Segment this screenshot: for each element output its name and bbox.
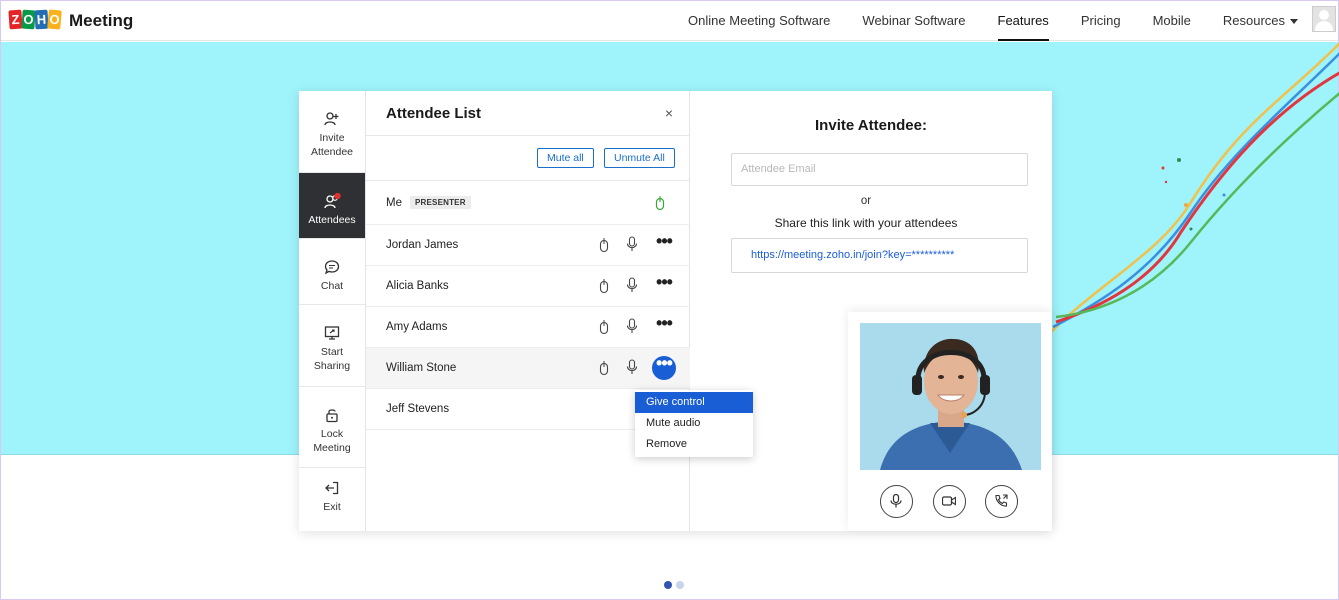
exit-icon [325,481,339,495]
attendee-row-me: Me PRESENTER [366,181,690,225]
participant-photo [860,323,1041,470]
more-options-button[interactable]: ••• [652,232,676,257]
decorative-swirls [1050,42,1339,333]
mouse-icon[interactable] [599,279,609,294]
presenter-badge: PRESENTER [410,196,471,209]
mouse-icon [655,196,665,211]
attendee-name: Jordan James [386,239,459,251]
attendee-list-panel: Attendee List × Mute all Unmute All Me P… [366,91,753,531]
microphone-toggle-button[interactable] [880,485,913,518]
more-options-button[interactable]: ••• [652,314,676,339]
sidebar-item-attendees[interactable]: Attendees [299,173,365,239]
attendee-row: Jordan James ••• [366,225,690,266]
more-options-button-active[interactable]: ••• [652,354,676,380]
microphone-icon [890,494,902,508]
nav-features[interactable]: Features [997,1,1050,41]
top-navigation: Z O H O Meeting Online Meeting Software … [1,1,1338,41]
zoho-logo[interactable]: Z O H O [8,9,62,30]
nav-pricing[interactable]: Pricing [1081,1,1121,41]
microphone-icon[interactable] [626,236,638,252]
attendee-name: Me [386,197,402,209]
meeting-sidebar: Invite Attendee Attendees Chat Start Sha… [299,91,366,531]
attendee-name: William Stone [386,362,457,374]
divider [366,135,690,136]
attendee-context-menu: Give control Mute audio Remove [635,390,753,457]
attendees-icon [324,193,341,209]
user-avatar[interactable] [1312,6,1336,32]
microphone-icon[interactable] [626,359,638,375]
attendee-row: William Stone ••• [366,348,690,389]
more-options-button[interactable]: ••• [652,273,676,298]
sidebar-item-chat[interactable]: Chat [299,239,365,305]
or-separator: or [860,195,872,207]
menu-item-remove[interactable]: Remove [635,434,753,455]
invite-title: Invite Attendee: [815,117,927,134]
video-preview [848,312,1052,531]
attendee-row: Alicia Banks ••• [366,266,690,307]
participant-video [860,323,1041,470]
close-icon[interactable]: × [665,105,673,121]
add-user-icon [324,112,339,126]
mouse-icon[interactable] [599,320,609,335]
meeting-panel: Invite Attendee Attendees Chat Start Sha… [299,91,1052,531]
logo-letter-o: O [21,9,36,30]
video-camera-icon [942,496,956,506]
mouse-icon[interactable] [599,361,609,376]
phone-icon [995,494,1008,507]
sidebar-label: Sharing [313,360,351,372]
mute-all-button[interactable]: Mute all [537,148,594,168]
sidebar-label: Chat [320,280,344,292]
share-link-text: Share this link with your attendees [774,216,958,230]
menu-item-mute-audio[interactable]: Mute audio [635,413,753,434]
microphone-icon[interactable] [626,318,638,334]
invite-panel: Invite Attendee: Attendee Email or Share… [690,91,1052,531]
sidebar-label: Lock [320,428,344,440]
attendee-row: Amy Adams ••• [366,307,690,348]
mouse-icon[interactable] [599,238,609,253]
microphone-icon[interactable] [626,277,638,293]
sidebar-item-exit[interactable]: Exit [299,468,365,516]
sidebar-item-lock-meeting[interactable]: Lock Meeting [299,387,365,468]
nav-online-meeting-software[interactable]: Online Meeting Software [688,1,830,41]
call-button[interactable] [985,485,1018,518]
nav-resources[interactable]: Resources [1223,1,1298,41]
lock-icon [326,409,338,423]
sidebar-item-invite-attendee[interactable]: Invite Attendee [299,91,365,173]
screen-share-icon [324,326,340,340]
attendee-email-input[interactable]: Attendee Email [731,153,1028,186]
brand-name[interactable]: Meeting [69,11,133,31]
sidebar-label: Exit [323,501,341,513]
sidebar-label: Attendees [308,214,356,226]
nav-mobile[interactable]: Mobile [1153,1,1191,41]
carousel-dot-active[interactable] [664,581,672,589]
sidebar-item-start-sharing[interactable]: Start Sharing [299,305,365,387]
chat-icon [324,260,340,275]
sidebar-label: Meeting [313,442,351,454]
sidebar-label: Start [320,346,344,358]
sidebar-label: Attendee [310,146,354,158]
attendee-name: Amy Adams [386,321,448,333]
carousel-dots [664,576,688,594]
attendee-name: Alicia Banks [386,280,449,292]
nav-webinar-software[interactable]: Webinar Software [862,1,965,41]
sidebar-label: Invite [319,132,345,144]
menu-item-give-control[interactable]: Give control [635,392,753,413]
camera-toggle-button[interactable] [933,485,966,518]
attendee-list-title: Attendee List [386,105,482,122]
meeting-link[interactable]: https://meeting.zoho.in/join?key=*******… [731,238,1028,273]
chevron-down-icon [1290,19,1298,25]
nav-links: Online Meeting Software Webinar Software… [688,1,1338,41]
attendee-name: Jeff Stevens [386,403,450,415]
nav-resources-label: Resources [1222,13,1285,28]
unmute-all-button[interactable]: Unmute All [604,148,675,168]
logo-letter-o2: O [47,9,62,30]
carousel-dot[interactable] [676,581,684,589]
